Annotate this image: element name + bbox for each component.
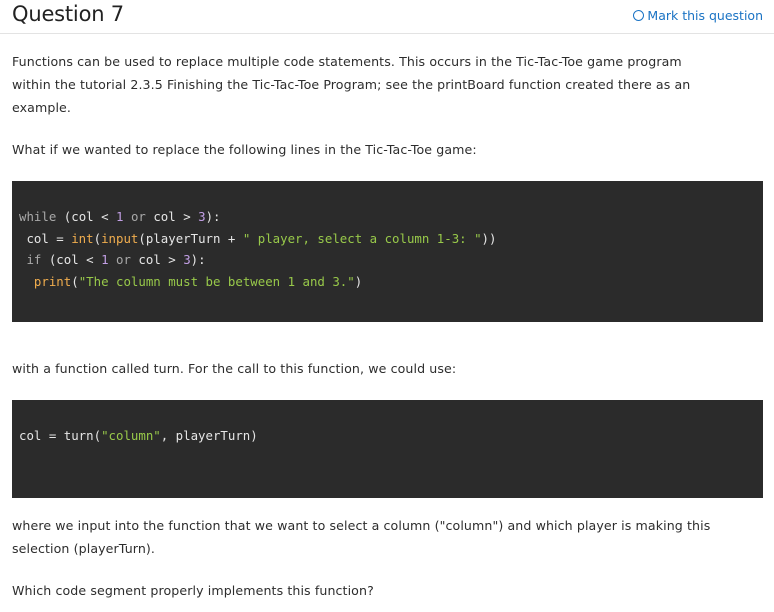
circle-icon xyxy=(633,10,645,21)
intro-line-1: Functions can be used to replace multipl… xyxy=(12,54,682,69)
mark-question-label: Mark this question xyxy=(647,8,763,23)
mark-question-button[interactable]: Mark this question xyxy=(633,8,763,23)
code-line-4: print("The column must be between 1 and … xyxy=(33,274,363,289)
which-question-text: Which code segment properly implements t… xyxy=(12,583,374,598)
code-line-3: if (col < 1 or col > 3): xyxy=(26,252,206,267)
question-title: Question 7 xyxy=(12,2,124,26)
intro-line-3: example. xyxy=(12,100,72,115)
code-block-call: col = turn("column", playerTurn) xyxy=(12,400,763,498)
code-line-2: col = int(input(playerTurn + " player, s… xyxy=(19,231,497,246)
question-header: Question 7 Mark this question xyxy=(0,0,774,34)
where-line-1: where we input into the function that we… xyxy=(12,518,711,533)
code-call-line: col = turn("column", playerTurn) xyxy=(19,428,258,443)
where-line-2: selection (playerTurn). xyxy=(12,541,156,556)
intro-line-2: within the tutorial 2.3.5 Finishing the … xyxy=(12,77,691,92)
code-block-loop: while (col < 1 or col > 3): col = int(in… xyxy=(12,181,763,322)
with-function-text: with a function called turn. For the cal… xyxy=(12,361,457,376)
code-line-1: while (col < 1 or col > 3): xyxy=(19,209,221,224)
what-if-text: What if we wanted to replace the followi… xyxy=(12,142,477,157)
